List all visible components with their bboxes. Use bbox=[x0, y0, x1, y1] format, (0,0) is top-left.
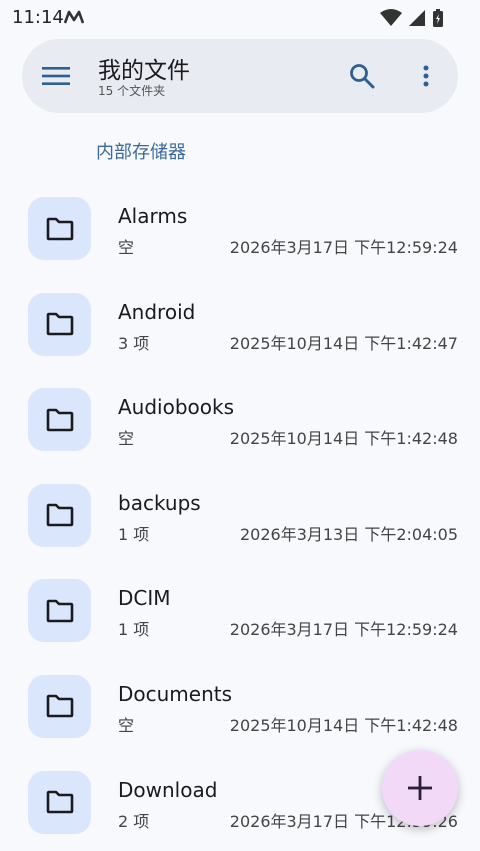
status-time: 11:14 bbox=[12, 7, 64, 28]
status-icons bbox=[380, 8, 444, 28]
wifi-icon bbox=[380, 9, 402, 26]
folder-modified-date: 2026年3月13日 下午2:04:05 bbox=[239, 524, 458, 544]
notification-icon bbox=[63, 9, 85, 28]
folder-row[interactable]: Audiobooks 空 2025年10月14日 下午1:42:48 bbox=[0, 371, 480, 467]
menu-button[interactable] bbox=[38, 58, 74, 94]
add-icon bbox=[408, 776, 432, 800]
folder-modified-date: 2026年3月17日 下午12:59:24 bbox=[229, 620, 458, 640]
folder-tile bbox=[28, 483, 91, 547]
folder-name: DCIM bbox=[118, 586, 171, 611]
folder-modified-date: 2025年10月14日 下午1:42:48 bbox=[229, 715, 458, 735]
folder-item-count: 2 项 bbox=[118, 811, 150, 831]
folder-modified-date: 2025年10月14日 下午1:42:47 bbox=[229, 333, 458, 353]
more-vert-icon bbox=[423, 65, 429, 87]
folder-row[interactable]: backups 1 项 2026年3月13日 下午2:04:05 bbox=[0, 467, 480, 563]
folder-icon bbox=[46, 312, 73, 336]
folder-tile bbox=[28, 770, 91, 834]
folder-item-count: 1 项 bbox=[118, 620, 150, 640]
folder-item-count: 3 项 bbox=[118, 333, 150, 353]
signal-icon bbox=[409, 10, 425, 26]
folder-tile bbox=[28, 292, 91, 356]
menu-icon bbox=[42, 67, 70, 85]
folder-list: Alarms 空 2026年3月17日 下午12:59:24 Android 3 项 20… bbox=[0, 180, 480, 849]
add-button[interactable] bbox=[382, 750, 458, 826]
search-button[interactable] bbox=[344, 58, 380, 94]
more-options-button[interactable] bbox=[408, 58, 444, 94]
folder-row[interactable]: DCIM 1 项 2026年3月17日 下午12:59:24 bbox=[0, 562, 480, 658]
folder-icon bbox=[46, 503, 73, 527]
folder-icon bbox=[46, 408, 73, 431]
folder-row[interactable]: Documents 空 2025年10月14日 下午1:42:48 bbox=[0, 658, 480, 754]
folder-icon bbox=[46, 599, 73, 623]
folder-item-count: 空 bbox=[118, 238, 135, 257]
folder-tile bbox=[28, 197, 91, 260]
folder-name: Documents bbox=[118, 681, 233, 706]
folder-name: Android bbox=[118, 299, 196, 324]
folder-item-count: 1 项 bbox=[118, 524, 150, 544]
breadcrumb-internal-storage[interactable]: 内部存储器 bbox=[96, 138, 186, 164]
folder-modified-date: 2025年10月14日 下午1:42:48 bbox=[229, 429, 458, 449]
folder-name: backups bbox=[118, 490, 201, 515]
page-subtitle: 15 个文件夹 bbox=[98, 84, 166, 98]
battery-icon bbox=[433, 9, 443, 27]
top-app-bar: 我的文件 15 个文件夹 bbox=[22, 39, 458, 113]
folder-icon bbox=[46, 217, 73, 240]
folder-name: Alarms bbox=[118, 204, 188, 228]
folder-name: Download bbox=[118, 777, 218, 802]
folder-tile bbox=[28, 579, 91, 643]
folder-modified-date: 2026年3月17日 下午12:59:24 bbox=[229, 238, 458, 257]
folder-name: Audiobooks bbox=[118, 395, 235, 420]
folder-item-count: 空 bbox=[118, 715, 135, 735]
folder-row[interactable]: Alarms 空 2026年3月17日 下午12:59:24 bbox=[0, 180, 480, 276]
folder-item-count: 空 bbox=[118, 429, 135, 449]
folder-icon bbox=[46, 790, 73, 814]
search-icon bbox=[350, 64, 375, 89]
status-bar: 11:14 bbox=[0, 0, 480, 34]
folder-row[interactable]: Android 3 项 2025年10月14日 下午1:42:47 bbox=[0, 276, 480, 372]
folder-tile bbox=[28, 388, 91, 452]
page-title: 我的文件 bbox=[98, 58, 190, 84]
folder-icon bbox=[46, 695, 73, 718]
folder-tile bbox=[28, 674, 91, 738]
